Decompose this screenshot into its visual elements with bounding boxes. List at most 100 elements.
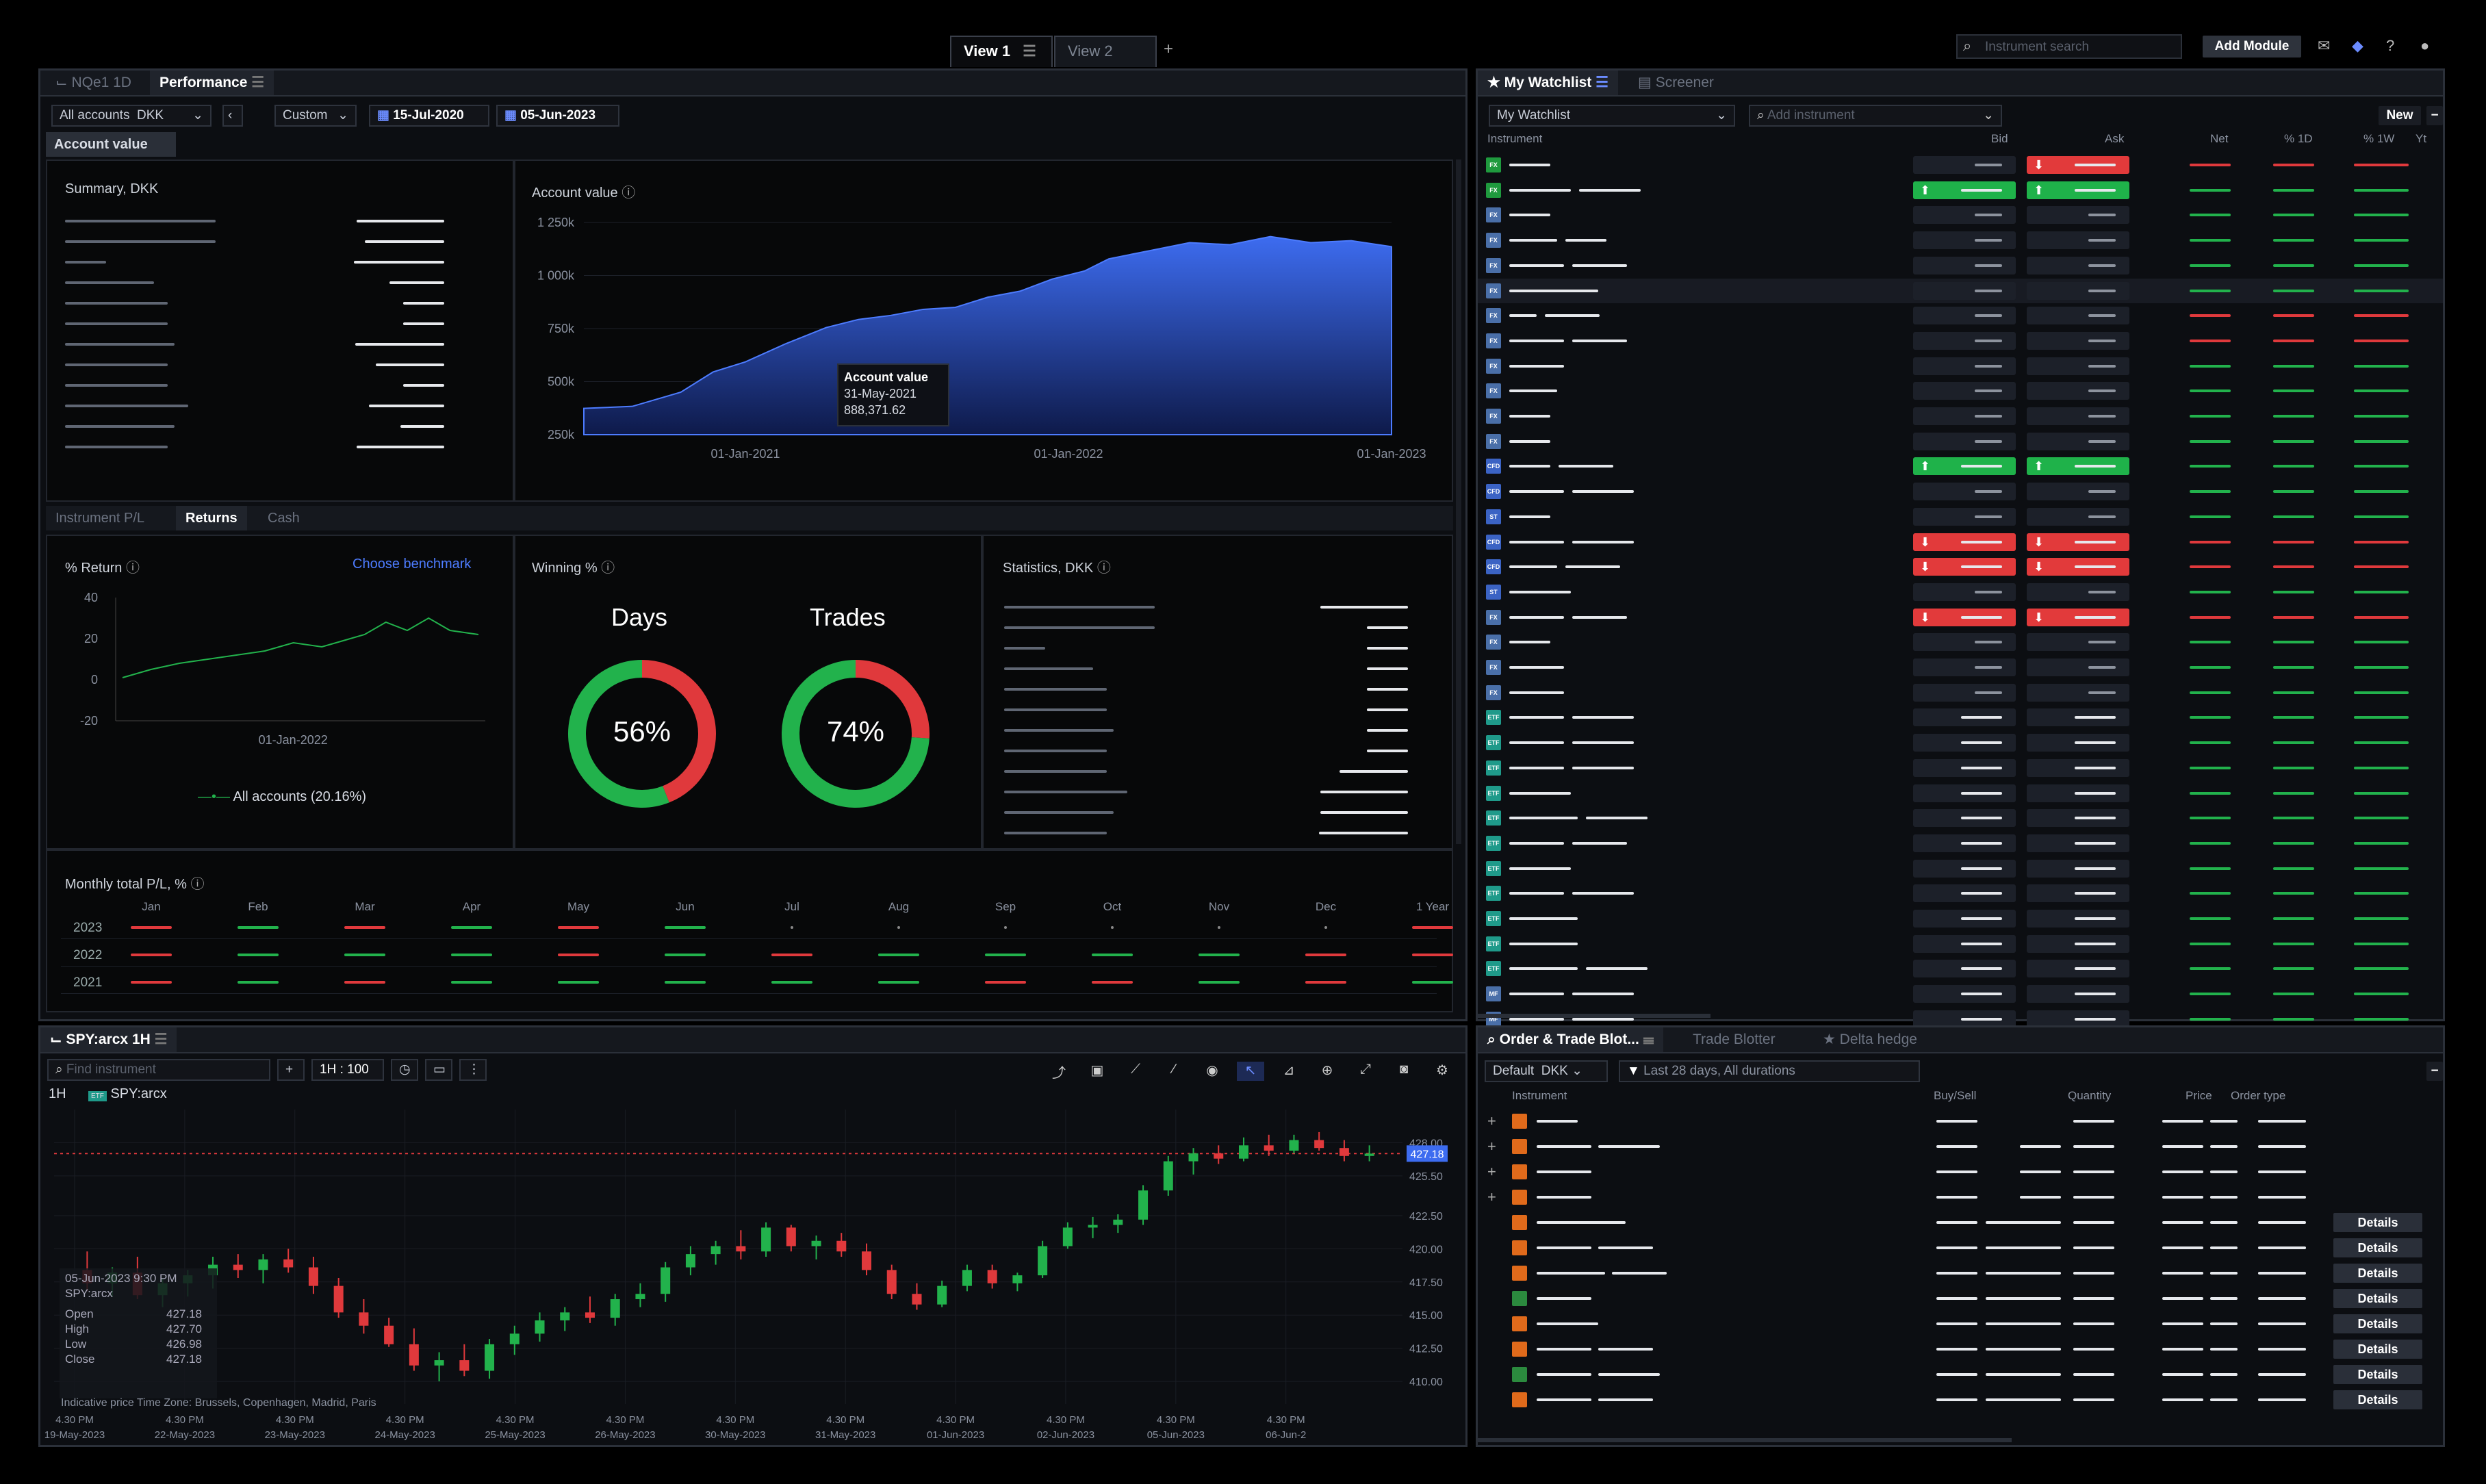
ask-price-cell[interactable] <box>2027 934 2129 953</box>
bid-price-cell[interactable] <box>1913 784 2016 802</box>
new-button[interactable]: New <box>2379 106 2421 125</box>
cursor-icon[interactable]: ↖ <box>1237 1062 1264 1081</box>
add-tab-button[interactable]: + <box>1164 40 1173 59</box>
bid-price-cell[interactable]: ⬆ <box>1913 457 2016 476</box>
watchlist-row[interactable]: ETF <box>1478 756 2443 780</box>
details-button[interactable]: Details <box>2333 1365 2422 1384</box>
collapse-button[interactable]: − <box>2426 106 2443 125</box>
watchlist-row[interactable]: ETF <box>1478 956 2443 981</box>
watchlist-row[interactable]: FX <box>1478 278 2443 303</box>
watchlist-row[interactable]: FX <box>1478 329 2443 353</box>
watchlist-row[interactable]: ETF <box>1478 781 2443 806</box>
bid-price-cell[interactable] <box>1913 281 2016 300</box>
col-1w[interactable]: % 1W <box>2363 132 2394 146</box>
bid-price-cell[interactable] <box>1913 331 2016 350</box>
bid-price-cell[interactable] <box>1913 382 2016 400</box>
ask-price-cell[interactable] <box>2027 256 2129 274</box>
watchlist-row[interactable]: FX <box>1478 203 2443 227</box>
from-date-field[interactable]: ▦ 15-Jul-2020 <box>369 105 489 127</box>
tab-returns[interactable]: Returns <box>176 506 247 530</box>
instrument-search-field[interactable]: ⌕ Instrument search <box>1956 34 2182 59</box>
tab-instrument-pl[interactable]: Instrument P/L <box>46 506 154 530</box>
tab-delta-hedge[interactable]: ★ Delta hedge <box>1813 1027 1927 1052</box>
ask-price-cell[interactable] <box>2027 960 2129 978</box>
zoom-icon[interactable]: ⊕ <box>1314 1062 1341 1081</box>
menu-icon[interactable]: ☰ <box>1643 1032 1654 1047</box>
bid-price-cell[interactable] <box>1913 583 2016 601</box>
bid-price-cell[interactable] <box>1913 483 2016 501</box>
watchlist-row[interactable]: CFD ⬆ ⬆ <box>1478 454 2443 478</box>
period-select[interactable]: Custom ⌄ <box>274 105 357 127</box>
col-net[interactable]: Net <box>2210 132 2228 146</box>
expand-icon[interactable]: + <box>1487 1138 1496 1155</box>
bid-price-cell[interactable] <box>1913 708 2016 727</box>
menu-icon[interactable]: ☰ <box>1596 75 1609 90</box>
ask-price-cell[interactable]: ⬇ <box>2027 533 2129 551</box>
tab-screener[interactable]: ▤ Screener <box>1628 71 1723 95</box>
watchlist-row[interactable]: FX ⬇ ⬇ <box>1478 605 2443 630</box>
col-buy-sell[interactable]: Buy/Sell <box>1934 1089 1976 1103</box>
watchlist-row[interactable]: FX ⬆ ⬆ <box>1478 178 2443 203</box>
ask-price-cell[interactable] <box>2027 407 2129 425</box>
watchlist-row[interactable]: FX <box>1478 429 2443 454</box>
eye-icon[interactable]: ◉ <box>1199 1062 1226 1081</box>
tab-order-trade-blotter[interactable]: ⌕ Order & Trade Blot... ☰ <box>1478 1027 1664 1052</box>
tab-view-2[interactable]: View 2 <box>1054 36 1157 67</box>
watchlist-row[interactable]: CFD ⬇ ⬇ <box>1478 530 2443 554</box>
user-icon[interactable]: ● <box>2420 37 2429 55</box>
fullscreen-icon[interactable]: ⤢ <box>1352 1062 1379 1081</box>
col-1d[interactable]: % 1D <box>2284 132 2313 146</box>
bid-price-cell[interactable]: ⬇ <box>1913 533 2016 551</box>
watchlist-row[interactable]: MF <box>1478 982 2443 1006</box>
watchlist-row[interactable]: FX <box>1478 680 2443 705</box>
mail-icon[interactable]: ✉ <box>2318 37 2330 55</box>
details-button[interactable]: Details <box>2333 1289 2422 1308</box>
watchlist-row[interactable]: ETF <box>1478 806 2443 830</box>
ask-price-cell[interactable] <box>2027 357 2129 375</box>
ask-price-cell[interactable]: ⬆ <box>2027 457 2129 476</box>
ask-price-cell[interactable]: ⬇ <box>2027 608 2129 626</box>
ask-price-cell[interactable] <box>2027 432 2129 450</box>
order-row[interactable]: + <box>1478 1135 2436 1158</box>
bid-price-cell[interactable] <box>1913 884 2016 903</box>
ask-price-cell[interactable] <box>2027 859 2129 878</box>
tab-nqe1[interactable]: ⌙ NQe1 1D <box>46 71 141 95</box>
bid-price-cell[interactable] <box>1913 834 2016 852</box>
watchlist-row[interactable]: ST <box>1478 580 2443 604</box>
info-icon[interactable]: ⓘ <box>601 561 615 576</box>
account-toggle[interactable]: ‹ <box>222 105 243 127</box>
candlestick-chart[interactable]: 428.00425.50422.50420.00417.50415.00412.… <box>40 1103 1465 1445</box>
watchlist-row[interactable]: FX ⬇ <box>1478 153 2443 177</box>
watchlist-row[interactable]: FX <box>1478 655 2443 680</box>
view-select[interactable]: Default DKK ⌄ <box>1485 1060 1608 1082</box>
order-row[interactable]: Details <box>1478 1363 2436 1386</box>
ask-price-cell[interactable] <box>2027 483 2129 501</box>
details-button[interactable]: Details <box>2333 1340 2422 1359</box>
watchlist-row[interactable]: FX <box>1478 228 2443 253</box>
details-button[interactable]: Details <box>2333 1238 2422 1257</box>
camera-icon[interactable]: ◙ <box>1390 1062 1418 1081</box>
ask-price-cell[interactable] <box>2027 583 2129 601</box>
bid-price-cell[interactable] <box>1913 633 2016 652</box>
details-button[interactable]: Details <box>2333 1314 2422 1333</box>
menu-icon[interactable]: ☰ <box>155 1032 168 1047</box>
settings-icon[interactable]: ⚙ <box>1428 1062 1456 1081</box>
watchlist-row[interactable]: FX <box>1478 253 2443 278</box>
ask-price-cell[interactable] <box>2027 382 2129 400</box>
ask-price-cell[interactable] <box>2027 910 2129 928</box>
order-row[interactable]: Details <box>1478 1312 2436 1335</box>
ask-price-cell[interactable] <box>2027 985 2129 1003</box>
order-row[interactable]: Details <box>1478 1287 2436 1310</box>
watchlist-select[interactable]: My Watchlist ⌄ <box>1489 105 1735 127</box>
watchlist-row[interactable]: ETF <box>1478 856 2443 881</box>
bid-price-cell[interactable] <box>1913 934 2016 953</box>
col-quantity[interactable]: Quantity <box>2068 1089 2111 1103</box>
info-icon[interactable]: ⓘ <box>126 561 140 576</box>
bid-price-cell[interactable] <box>1913 683 2016 702</box>
watchlist-row[interactable]: CFD ⬇ ⬇ <box>1478 554 2443 579</box>
col-instrument[interactable]: Instrument <box>1487 132 1542 146</box>
ask-price-cell[interactable] <box>2027 231 2129 250</box>
bid-price-cell[interactable] <box>1913 156 2016 174</box>
ask-price-cell[interactable] <box>2027 507 2129 526</box>
bid-price-cell[interactable] <box>1913 960 2016 978</box>
